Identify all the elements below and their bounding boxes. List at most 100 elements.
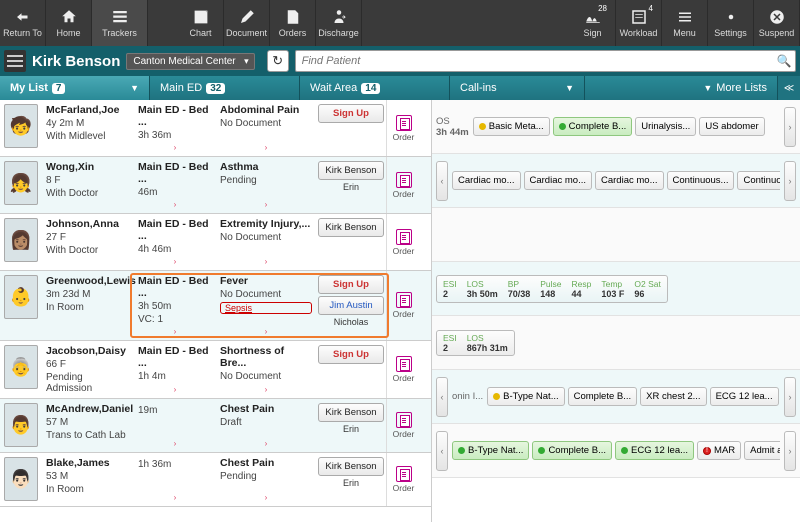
assign-button[interactable]: Kirk Benson [318, 218, 384, 237]
caret-icon: › [138, 493, 212, 502]
patient-row[interactable]: 👧 Wong,Xin 8 F With Doctor Main ED - Bed… [0, 157, 431, 214]
patient-row[interactable]: 👶 Greenwood,Lewis 3m 23d M In Room Main … [0, 271, 431, 341]
tab-my-list[interactable]: My List 7 ▼ [0, 76, 150, 100]
patient-status: With Doctor [46, 188, 130, 199]
order-chip[interactable]: Cardiac mo... [595, 171, 664, 190]
assign-button[interactable]: Kirk Benson [318, 457, 384, 476]
suspend-button[interactable]: Suspend [754, 0, 800, 46]
search-input[interactable] [296, 55, 773, 67]
menu-button[interactable]: Menu [662, 0, 708, 46]
tab-call-ins[interactable]: Call-ins ▼ [450, 76, 585, 100]
search-icon[interactable]: 🔍 [773, 54, 795, 68]
document-label: Document [226, 28, 267, 38]
trackers-button[interactable]: Trackers [92, 0, 148, 46]
scroll-right-button[interactable]: › [784, 377, 796, 417]
assign-button[interactable]: Kirk Benson [318, 161, 384, 180]
order-chip[interactable]: Complete B... [532, 441, 612, 460]
patient-row[interactable]: 👩🏽 Johnson,Anna 27 F With Doctor Main ED… [0, 214, 431, 271]
caret-icon: › [220, 200, 312, 209]
order-chip[interactable]: Continuous... [737, 171, 780, 190]
order-chip[interactable]: ECG 12 lea... [710, 387, 779, 406]
scroll-left-button[interactable]: ‹ [436, 431, 448, 471]
assign-name: Erin [318, 182, 384, 192]
order-chip[interactable]: B-Type Nat... [487, 387, 564, 406]
order-button[interactable]: Order [386, 214, 420, 270]
patient-location: Main ED - Bed ... [138, 218, 212, 242]
order-chip[interactable]: Complete B... [568, 387, 638, 406]
patient-row[interactable]: 👨🏻 Blake,James 53 M In Room 1h 36m › Che… [0, 453, 431, 507]
facility-select[interactable]: Canton Medical Center [126, 53, 254, 70]
scroll-right-button[interactable]: › [784, 161, 796, 201]
assign-button[interactable]: Jim Austin [318, 296, 384, 315]
order-chip[interactable]: XR chest 2... [640, 387, 706, 406]
patient-time: 4h 46m [138, 244, 212, 255]
order-chip[interactable]: Complete B... [553, 117, 633, 136]
assign-button[interactable]: Sign Up [318, 104, 384, 123]
patient-row[interactable]: 🧒 McFarland,Joe 4y 2m M With Midlevel Ma… [0, 100, 431, 157]
order-button[interactable]: Order [386, 399, 420, 452]
order-chip[interactable]: Urinalysis... [635, 117, 696, 136]
order-button[interactable]: Order [386, 271, 420, 340]
order-button[interactable]: Order [386, 341, 420, 398]
chart-button[interactable]: Chart [178, 0, 224, 46]
refresh-button[interactable]: ↻ [267, 50, 289, 72]
vitals-chip[interactable]: ESI2LOS3h 50mBP70/38Pulse148Resp44Temp10… [436, 275, 668, 303]
tab-wait-area[interactable]: Wait Area 14 [300, 76, 450, 100]
patient-list: 🧒 McFarland,Joe 4y 2m M With Midlevel Ma… [0, 100, 432, 522]
chief-complaint: Extremity Injury,... [220, 218, 312, 230]
chevron-down-icon: ▼ [565, 83, 574, 93]
tab-more-lists[interactable]: ▼ More Lists [693, 76, 778, 100]
assign-column: Kirk BensonErin [316, 399, 386, 452]
order-chip[interactable]: Admit as I... [744, 441, 780, 460]
order-icon [396, 172, 412, 188]
chip-label: Cardiac mo... [601, 175, 658, 186]
settings-button[interactable]: Settings [708, 0, 754, 46]
sign-button[interactable]: 28 Sign [570, 0, 616, 46]
patient-search[interactable]: 🔍 [295, 50, 796, 72]
order-button[interactable]: Order [386, 453, 420, 506]
return-to-button[interactable]: Return To [0, 0, 46, 46]
assign-button[interactable]: Sign Up [318, 275, 384, 294]
scroll-left-button[interactable]: ‹ [436, 161, 448, 201]
sepsis-alert[interactable]: Sepsis [220, 302, 312, 314]
document-button[interactable]: Document [224, 0, 270, 46]
order-chip[interactable]: Continuous... [667, 171, 735, 190]
order-button[interactable]: Order [386, 157, 420, 213]
hamburger-button[interactable] [4, 50, 26, 72]
order-chip[interactable]: Basic Meta... [473, 117, 550, 136]
order-chip[interactable]: !MAR [697, 441, 741, 460]
detail-row: ‹B-Type Nat...Complete B...ECG 12 lea...… [432, 424, 800, 478]
patient-row[interactable]: 👵 Jacobson,Daisy 66 F Pending Admission … [0, 341, 431, 399]
scroll-right-button[interactable]: › [784, 107, 796, 147]
order-button[interactable]: Order [386, 100, 420, 156]
chip-label: XR chest 2... [646, 391, 700, 402]
detail-row: ‹onin I... B-Type Nat...Complete B...XR … [432, 370, 800, 424]
tab-my-list-count: 7 [52, 83, 66, 94]
tab-more-label: More Lists [716, 82, 767, 94]
home-button[interactable]: Home [46, 0, 92, 46]
order-chip[interactable]: Cardiac mo... [452, 171, 521, 190]
assign-column: Kirk Benson Erin [316, 157, 386, 213]
order-chip[interactable]: ECG 12 lea... [615, 441, 694, 460]
discharge-button[interactable]: Discharge [316, 0, 362, 46]
patient-demo: 66 F [46, 359, 130, 370]
order-chip[interactable]: US abdomer [699, 117, 764, 136]
chevron-down-icon: ▼ [130, 83, 139, 93]
los-chip[interactable]: ESI2LOS867h 31m [436, 330, 515, 356]
scroll-left-button[interactable]: ‹ [436, 377, 448, 417]
order-chip[interactable]: B-Type Nat... [452, 441, 529, 460]
order-chip[interactable]: Cardiac mo... [524, 171, 593, 190]
detail-row [432, 208, 800, 262]
assign-button[interactable]: Sign Up [318, 345, 384, 364]
order-icon [396, 412, 412, 428]
collapse-right-button[interactable]: ≪ [778, 76, 800, 100]
orders-button[interactable]: Orders [270, 0, 316, 46]
assign-button[interactable]: Kirk Benson [318, 403, 384, 422]
workload-button[interactable]: 4 Workload [616, 0, 662, 46]
patient-row[interactable]: 👨 McAndrew,Daniel 57 M Trans to Cath Lab… [0, 399, 431, 453]
trackers-label: Trackers [102, 28, 137, 38]
scroll-right-button[interactable]: › [784, 431, 796, 471]
patient-demo: 3m 23d M [46, 289, 130, 300]
tab-main-ed[interactable]: Main ED 32 [150, 76, 300, 100]
chip-label: Continuous... [673, 175, 729, 186]
